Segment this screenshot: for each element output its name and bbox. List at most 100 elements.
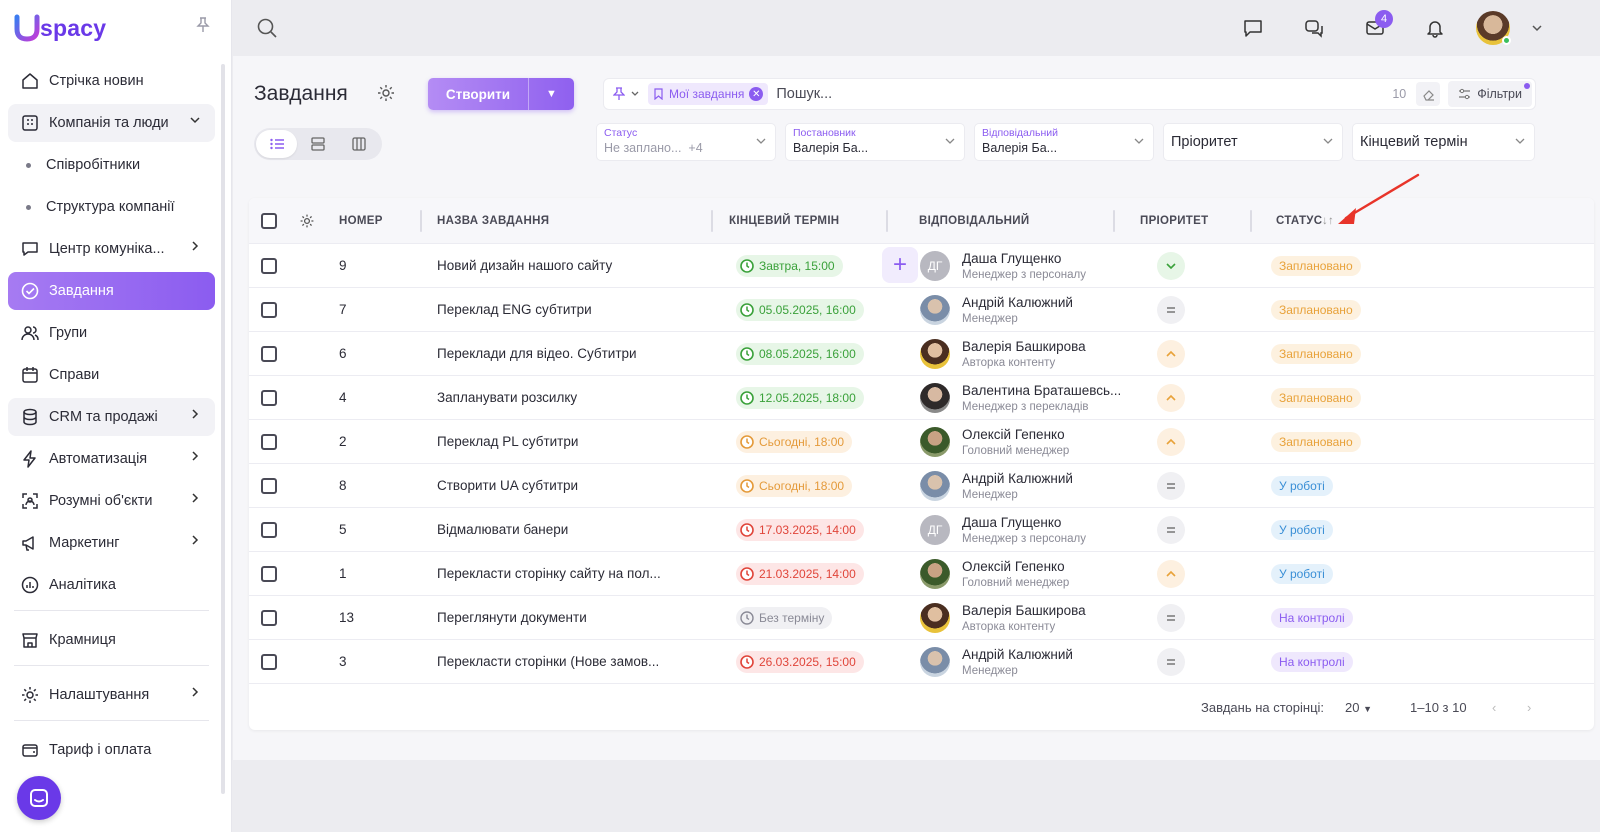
table-row[interactable]: 2 Переклад PL субтитри Сьогодні, 18:00 Олек… xyxy=(249,420,1594,464)
global-search-icon[interactable] xyxy=(255,16,279,40)
priority-indicator[interactable] xyxy=(1157,560,1185,588)
responsible-name[interactable]: Андрій Калюжний xyxy=(962,295,1073,310)
column-header-name[interactable]: НАЗВА ЗАВДАННЯ xyxy=(437,215,549,227)
avatar[interactable] xyxy=(920,339,950,369)
row-checkbox[interactable] xyxy=(261,522,277,538)
column-resize-handle[interactable] xyxy=(886,210,888,232)
column-resize-handle[interactable] xyxy=(1250,210,1252,232)
avatar[interactable] xyxy=(920,647,950,677)
avatar[interactable] xyxy=(920,295,950,325)
sidebar-item-3[interactable]: Структура компанії xyxy=(8,188,215,226)
chip-remove-icon[interactable]: ✕ xyxy=(749,87,764,101)
task-name-link[interactable]: Відмалювати банери xyxy=(437,522,568,537)
priority-indicator[interactable] xyxy=(1157,252,1185,280)
table-row[interactable]: 9 Новий дизайн нашого сайту Завтра, 15:00 +… xyxy=(249,244,1594,288)
column-header-status[interactable]: СТАТУС xyxy=(1276,215,1322,227)
table-row[interactable]: 4 Запланувати розсилку 12.05.2025, 18:00 Ва… xyxy=(249,376,1594,420)
status-badge[interactable]: Заплановано xyxy=(1271,344,1361,364)
deadline-badge[interactable]: 12.05.2025, 18:00 xyxy=(736,387,864,409)
kanban-view-icon[interactable] xyxy=(338,130,379,158)
creator-filter-select[interactable]: Постановник Валерія Ба... xyxy=(785,123,965,161)
chevron-down-icon[interactable] xyxy=(1525,16,1549,40)
sidebar-item-13[interactable]: Крамниця xyxy=(8,621,215,659)
avatar[interactable] xyxy=(920,559,950,589)
task-name-link[interactable]: Створити UA субтитри xyxy=(437,478,578,493)
deadline-badge[interactable]: 21.03.2025, 14:00 xyxy=(736,563,864,585)
sidebar-item-4[interactable]: Центр комуніка... xyxy=(8,230,215,268)
avatar[interactable]: ДГ xyxy=(920,251,950,281)
select-all-checkbox[interactable] xyxy=(261,213,277,229)
status-badge[interactable]: У роботі xyxy=(1271,564,1333,584)
row-checkbox[interactable] xyxy=(261,478,277,494)
sidebar-item-11[interactable]: Маркетинг xyxy=(8,524,215,562)
sidebar-item-15[interactable]: Тариф і оплата xyxy=(8,731,215,769)
priority-indicator[interactable] xyxy=(1157,604,1185,632)
status-badge[interactable]: На контролі xyxy=(1271,608,1353,628)
sidebar-item-14[interactable]: Налаштування xyxy=(8,676,215,714)
avatar[interactable] xyxy=(920,471,950,501)
avatar[interactable] xyxy=(920,383,950,413)
column-header-responsible[interactable]: ВІДПОВІДАЛЬНИЙ xyxy=(919,215,1029,227)
responsible-name[interactable]: Валерія Башкирова xyxy=(962,339,1086,354)
row-checkbox[interactable] xyxy=(261,610,277,626)
responsible-filter-select[interactable]: Відповідальний Валерія Ба... xyxy=(974,123,1154,161)
table-row[interactable]: 1 Перекласти сторінку сайту на пол... 21.0… xyxy=(249,552,1594,596)
filters-button[interactable]: Фільтри xyxy=(1448,81,1532,107)
status-badge[interactable]: Заплановано xyxy=(1271,256,1361,276)
pin-sidebar-icon[interactable] xyxy=(196,17,210,36)
sidebar-item-0[interactable]: Стрічка новин xyxy=(8,62,215,100)
sidebar-item-7[interactable]: Справи xyxy=(8,356,215,394)
deadline-badge[interactable]: 17.03.2025, 14:00 xyxy=(736,519,864,541)
next-page-icon[interactable]: › xyxy=(1527,700,1531,715)
row-checkbox[interactable] xyxy=(261,654,277,670)
user-avatar[interactable] xyxy=(1476,11,1511,45)
responsible-name[interactable]: Валентина Браташевсь... xyxy=(962,383,1121,398)
task-name-link[interactable]: Перекласти сторінку сайту на пол... xyxy=(437,566,661,581)
responsible-name[interactable]: Валерія Башкирова xyxy=(962,603,1086,618)
deadline-badge[interactable]: Сьогодні, 18:00 xyxy=(736,431,853,453)
messages-icon[interactable] xyxy=(1241,16,1265,40)
support-chat-button[interactable] xyxy=(17,776,61,820)
table-row[interactable]: 7 Переклад ENG субтитри 05.05.2025, 16:00 А… xyxy=(249,288,1594,332)
prev-page-icon[interactable]: ‹ xyxy=(1492,700,1496,715)
deadline-badge[interactable]: 08.05.2025, 16:00 xyxy=(736,343,864,365)
sidebar-item-2[interactable]: Співробітники xyxy=(8,146,215,184)
row-checkbox[interactable] xyxy=(261,566,277,582)
per-page-select[interactable]: 20 ▼ xyxy=(1345,700,1372,715)
sidebar-item-6[interactable]: Групи xyxy=(8,314,215,352)
priority-indicator[interactable] xyxy=(1157,648,1185,676)
status-filter-select[interactable]: Статус Не заплано... +4 xyxy=(596,123,776,161)
row-checkbox[interactable] xyxy=(261,346,277,362)
sidebar-item-1[interactable]: Компанія та люди xyxy=(8,104,215,142)
pinned-filters-dropdown[interactable] xyxy=(604,79,648,109)
deadline-badge[interactable]: Завтра, 15:00 xyxy=(736,255,843,277)
task-name-link[interactable]: Переклади для відео. Субтитри xyxy=(437,346,637,361)
status-badge[interactable]: У роботі xyxy=(1271,476,1333,496)
row-checkbox[interactable] xyxy=(261,258,277,274)
task-name-link[interactable]: Переглянути документи xyxy=(437,610,587,625)
chats-icon[interactable] xyxy=(1302,16,1326,40)
column-header-deadline[interactable]: КІНЦЕВИЙ ТЕРМІН xyxy=(729,215,839,227)
sidebar-item-9[interactable]: Автоматизація xyxy=(8,440,215,478)
priority-indicator[interactable] xyxy=(1157,384,1185,412)
task-name-link[interactable]: Запланувати розсилку xyxy=(437,390,577,405)
status-badge[interactable]: Заплановано xyxy=(1271,432,1361,452)
task-name-link[interactable]: Перекласти сторінки (Нове замов... xyxy=(437,654,659,669)
table-row[interactable]: 13 Переглянути документи Без терміну Валері… xyxy=(249,596,1594,640)
column-resize-handle[interactable] xyxy=(1113,210,1115,232)
deadline-badge[interactable]: 05.05.2025, 16:00 xyxy=(736,299,864,321)
row-checkbox[interactable] xyxy=(261,434,277,450)
column-resize-handle[interactable] xyxy=(420,210,422,232)
priority-indicator[interactable] xyxy=(1157,472,1185,500)
table-row[interactable]: 5 Відмалювати банери 17.03.2025, 14:00 ДГ Да… xyxy=(249,508,1594,552)
task-name-link[interactable]: Переклад PL субтитри xyxy=(437,434,578,449)
sidebar-item-5[interactable]: Завдання xyxy=(8,272,215,310)
deadline-filter-select[interactable]: Кінцевий термін xyxy=(1352,123,1535,161)
create-task-button[interactable]: Створити ▼ xyxy=(428,78,574,110)
table-row[interactable]: 3 Перекласти сторінки (Нове замов... 26.03… xyxy=(249,640,1594,684)
deadline-badge[interactable]: 26.03.2025, 15:00 xyxy=(736,651,864,673)
priority-indicator[interactable] xyxy=(1157,428,1185,456)
priority-indicator[interactable] xyxy=(1157,516,1185,544)
table-row[interactable]: 8 Створити UA субтитри Сьогодні, 18:00 Андр… xyxy=(249,464,1594,508)
responsible-name[interactable]: Даша Глущенко xyxy=(962,515,1061,530)
